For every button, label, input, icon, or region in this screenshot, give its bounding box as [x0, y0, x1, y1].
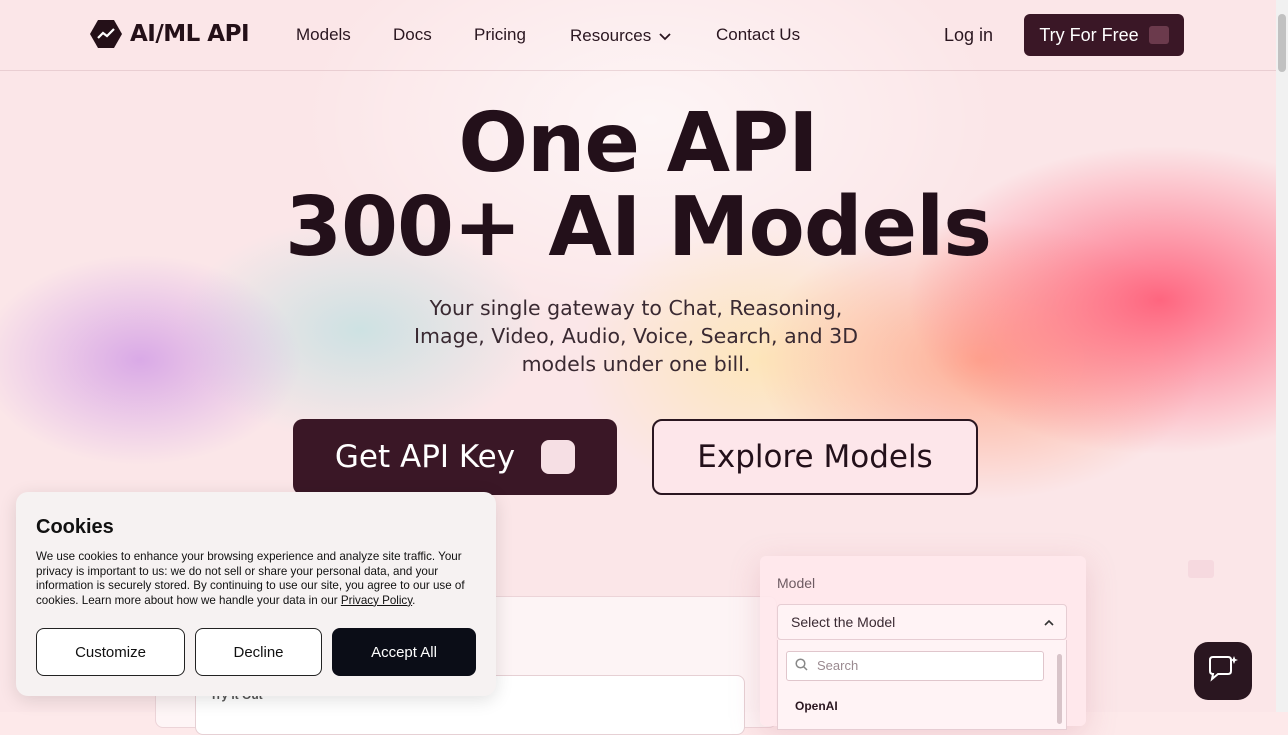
site-header: AI/ML API Models Docs Pricing Resources …: [0, 0, 1276, 71]
chat-support-button[interactable]: [1194, 642, 1252, 700]
hero-subtitle: Your single gateway to Chat, Reasoning, …: [414, 296, 858, 376]
search-icon: [795, 652, 808, 680]
nav-models[interactable]: Models: [296, 20, 351, 50]
model-label: Model: [777, 575, 816, 591]
try-for-free-label: Try For Free: [1039, 24, 1139, 45]
privacy-policy-link[interactable]: Privacy Policy: [341, 594, 412, 607]
arrow-box-icon: [1148, 26, 1169, 44]
hero-title-line2: 300+ AI Models: [284, 180, 992, 275]
logo-link[interactable]: AI/ML API: [90, 20, 250, 48]
model-select-dropdown[interactable]: Select the Model: [777, 604, 1067, 640]
nav-docs-label: Docs: [393, 25, 432, 44]
cookie-title: Cookies: [36, 516, 114, 538]
chevron-up-icon: [1044, 605, 1054, 639]
nav-pricing-label: Pricing: [474, 25, 526, 44]
nav-docs[interactable]: Docs: [393, 20, 432, 50]
page-scrollbar-thumb[interactable]: [1278, 14, 1286, 72]
nav-resources[interactable]: Resources: [570, 21, 671, 51]
cookie-text: We use cookies to enhance your browsing …: [36, 550, 465, 607]
nav-contact-label: Contact Us: [716, 25, 801, 44]
nav-resources-label: Resources: [570, 26, 652, 45]
get-api-key-label: Get API Key: [334, 439, 516, 475]
explore-models-button[interactable]: Explore Models: [652, 419, 978, 495]
logo-text: AI/ML API: [130, 21, 250, 47]
customize-button[interactable]: Customize: [36, 628, 185, 676]
nav-pricing[interactable]: Pricing: [474, 20, 526, 50]
accept-all-button[interactable]: Accept All: [332, 628, 476, 676]
decline-button[interactable]: Decline: [195, 628, 322, 676]
try-for-free-button[interactable]: Try For Free: [1024, 14, 1184, 56]
search-placeholder: Search: [817, 658, 859, 673]
nav-contact-us[interactable]: Contact Us: [716, 20, 800, 50]
key-badge-icon: [541, 440, 576, 474]
explore-models-label: Explore Models: [697, 439, 933, 475]
get-api-key-button[interactable]: Get API Key: [293, 419, 617, 495]
cookie-banner: Cookies We use cookies to enhance your b…: [16, 492, 496, 696]
model-dropdown-list: Search OpenAI: [777, 640, 1067, 730]
login-link[interactable]: Log in: [944, 20, 993, 50]
model-select-value: Select the Model: [791, 614, 896, 630]
model-search-input[interactable]: Search: [786, 651, 1044, 681]
chat-sparkle-icon: [1206, 654, 1240, 689]
nav-models-label: Models: [296, 25, 351, 44]
model-group-openai: OpenAI: [795, 699, 838, 713]
page-scrollbar[interactable]: [1276, 0, 1288, 712]
model-selector-card: Model Select the Model Search OpenAI: [760, 556, 1086, 730]
chevron-down-icon: [659, 21, 671, 51]
hero-title-line1: One API: [458, 96, 818, 191]
floating-widget-icon[interactable]: [1188, 560, 1214, 578]
model-list-scrollbar[interactable]: [1057, 654, 1062, 724]
logo-trend-icon: [90, 20, 122, 48]
